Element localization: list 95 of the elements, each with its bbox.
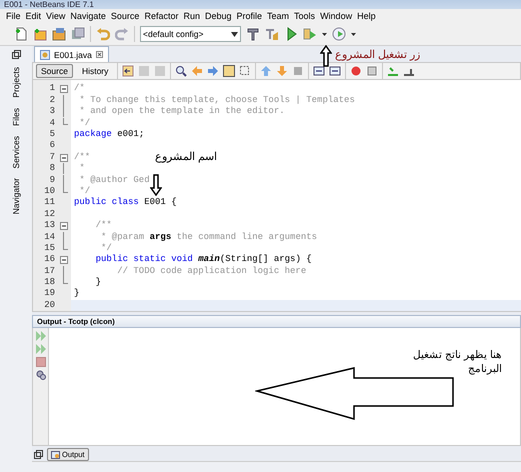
menu-item[interactable]: Navigate bbox=[70, 11, 106, 21]
line-number: 19 bbox=[43, 288, 56, 300]
side-tab[interactable]: Navigator bbox=[11, 176, 21, 217]
line-number: 4 bbox=[48, 118, 56, 129]
code-line: * To change this template, choose Tools | Templates bbox=[78, 94, 355, 106]
line-number: 8 bbox=[48, 163, 56, 175]
restore-window-icon bbox=[12, 50, 20, 59]
line-number: 20 bbox=[43, 300, 56, 312]
search-icon[interactable] bbox=[175, 65, 188, 78]
code-line: public class E001 { bbox=[73, 197, 177, 209]
line-number: 15 bbox=[43, 242, 56, 254]
side-tab[interactable]: Services bbox=[11, 134, 21, 170]
line-number: 18 bbox=[43, 277, 56, 288]
line-number: 13 bbox=[43, 220, 56, 232]
restore-window-icon bbox=[34, 450, 43, 460]
code-line: */ bbox=[78, 118, 90, 129]
code-line: package e001; bbox=[73, 128, 144, 140]
code-line: * bbox=[78, 163, 85, 175]
next-icon[interactable] bbox=[207, 65, 220, 78]
up-arrow-icon[interactable] bbox=[260, 65, 272, 78]
new-file-icon[interactable] bbox=[14, 27, 28, 41]
code-line: public static void main(String[] args) { bbox=[94, 254, 312, 266]
line-number: 17 bbox=[43, 266, 56, 278]
annotation-text: زر تشغيل المشروع bbox=[335, 48, 420, 61]
debug-icon[interactable] bbox=[303, 27, 317, 41]
code-line: * @author Ged bbox=[78, 174, 150, 186]
file-name: E001.java bbox=[54, 50, 92, 60]
caret-icon[interactable] bbox=[351, 32, 356, 36]
close-icon bbox=[96, 51, 103, 58]
stop-icon[interactable] bbox=[366, 65, 378, 78]
fold-toggle-icon[interactable] bbox=[60, 85, 68, 94]
code-line: * @param args the command line arguments bbox=[100, 232, 318, 243]
undo-icon[interactable] bbox=[96, 27, 110, 41]
code-line: // TODO code application logic here bbox=[116, 266, 306, 278]
down-arrow-icon[interactable] bbox=[276, 65, 288, 78]
line-number: 5 bbox=[48, 128, 56, 140]
line-number: 3 bbox=[48, 106, 56, 118]
selection-icon[interactable] bbox=[239, 65, 252, 78]
fold-toggle-icon[interactable] bbox=[60, 154, 68, 162]
highlight-icon[interactable] bbox=[223, 65, 236, 78]
code-line: } bbox=[94, 277, 102, 288]
line-number: 1 bbox=[48, 83, 56, 95]
menu-item[interactable]: View bbox=[46, 11, 66, 21]
line-number: 12 bbox=[43, 208, 56, 220]
line-number: 16 bbox=[43, 254, 56, 266]
gear-icon[interactable] bbox=[36, 370, 46, 380]
file-tab[interactable]: E001.java bbox=[34, 46, 109, 62]
annotation-arrow bbox=[150, 174, 162, 196]
menu-item[interactable]: Help bbox=[357, 11, 376, 21]
console-icon bbox=[51, 450, 60, 459]
annotation-arrow bbox=[320, 45, 332, 67]
menu-item[interactable]: Debug bbox=[204, 11, 232, 21]
menu-item[interactable]: Team bbox=[267, 11, 290, 21]
line-number: 6 bbox=[48, 140, 56, 152]
caret-icon bbox=[231, 32, 238, 36]
config-dropdown[interactable]: <default config> bbox=[140, 26, 241, 42]
line-number: 14 bbox=[43, 232, 56, 243]
line-number: 2 bbox=[48, 94, 56, 106]
code-line: */ bbox=[78, 186, 90, 198]
annotation-text: هنا يظهر ناتج تشغيل البرنامج bbox=[412, 348, 502, 376]
menu-item[interactable]: Run bbox=[183, 11, 200, 21]
annotation-text: اسم المشروع bbox=[155, 150, 218, 163]
line-number: 11 bbox=[43, 197, 56, 209]
view-tab[interactable]: Source bbox=[36, 64, 73, 78]
code-line: } bbox=[73, 288, 80, 300]
window-title: E001 - NetBeans IDE 7.1 bbox=[4, 0, 94, 9]
code-line: /** bbox=[94, 220, 112, 232]
fold-toggle-icon[interactable] bbox=[60, 222, 68, 230]
save-icon[interactable] bbox=[71, 27, 85, 41]
java-file-icon bbox=[40, 50, 50, 60]
menu-item[interactable]: Tools bbox=[294, 11, 316, 21]
redo-icon[interactable] bbox=[115, 27, 129, 41]
caret-icon[interactable] bbox=[322, 32, 327, 36]
code-line: /* bbox=[73, 83, 85, 95]
stop-icon[interactable] bbox=[36, 356, 46, 367]
side-tab[interactable]: Projects bbox=[11, 65, 21, 100]
menu-item[interactable]: Refactor bbox=[144, 11, 178, 21]
line-number: 7 bbox=[48, 152, 56, 164]
menu-item[interactable]: Window bbox=[320, 11, 352, 21]
folder-icon[interactable] bbox=[52, 27, 66, 41]
record-icon[interactable] bbox=[350, 65, 362, 78]
code-line: /** bbox=[73, 152, 90, 164]
new-folder-icon[interactable] bbox=[33, 27, 47, 41]
line-number: 10 bbox=[43, 186, 56, 198]
menu-item[interactable]: Profile bbox=[236, 11, 262, 21]
fold-toggle-icon[interactable] bbox=[60, 256, 68, 264]
menu-item[interactable]: Source bbox=[110, 11, 140, 21]
code-line: * and open the template in the editor. bbox=[78, 106, 285, 118]
line-number: 9 bbox=[48, 174, 56, 186]
view-tab[interactable]: History bbox=[76, 64, 114, 78]
hammer-icon[interactable] bbox=[246, 27, 260, 41]
side-tab[interactable]: Files bbox=[11, 106, 21, 128]
menu-item[interactable]: File bbox=[6, 11, 21, 21]
menu-item[interactable]: Edit bbox=[26, 11, 42, 21]
code-line: */ bbox=[100, 242, 112, 254]
